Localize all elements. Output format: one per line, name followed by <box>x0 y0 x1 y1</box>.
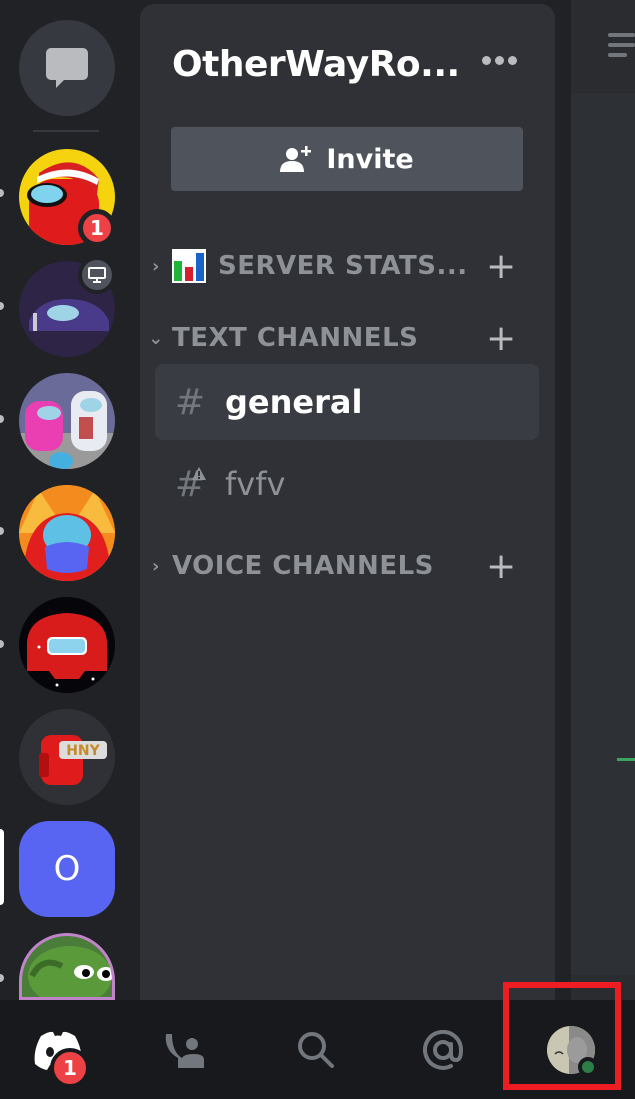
dot-icon <box>495 56 504 65</box>
server-among-us-hny[interactable]: HNY <box>19 709 115 805</box>
server-rail: 1 HNY O <box>0 0 140 1000</box>
invite-button[interactable]: Invite <box>171 127 523 191</box>
server-initial: O <box>53 849 81 889</box>
nav-friends[interactable] <box>155 1022 215 1078</box>
channel-name: fvfv <box>225 465 286 503</box>
category-server-stats[interactable]: › SERVER STATS... + <box>140 246 555 287</box>
unread-indicator <box>0 640 4 648</box>
bar-chart-icon <box>172 249 206 283</box>
category-label: TEXT CHANNELS <box>172 323 419 353</box>
friends-icon <box>165 1034 204 1068</box>
at-sign-icon <box>423 1030 463 1070</box>
unread-indicator <box>0 302 4 310</box>
selected-indicator <box>0 829 4 905</box>
nav-mentions[interactable] <box>413 1022 473 1078</box>
dot-icon <box>508 56 517 65</box>
chevron-down-icon: ⌄ <box>148 327 164 349</box>
chat-area <box>571 93 635 975</box>
channel-name: general <box>225 383 363 421</box>
server-among-us-pink-white[interactable] <box>19 373 115 469</box>
server-o[interactable]: O <box>19 821 115 917</box>
direct-messages-button[interactable] <box>19 20 115 116</box>
channel-general[interactable]: # general <box>155 364 539 440</box>
server-among-us-discord[interactable] <box>19 485 115 581</box>
unread-indicator <box>0 189 4 197</box>
nav-search[interactable] <box>286 1022 346 1078</box>
dot-icon <box>482 56 491 65</box>
invite-label: Invite <box>326 143 414 175</box>
unread-indicator <box>0 415 4 423</box>
highlight-box <box>503 982 621 1090</box>
text-channel-icon: # <box>174 381 206 423</box>
add-channel-icon[interactable]: + <box>486 318 517 359</box>
unread-indicator <box>0 974 4 982</box>
hamburger-icon[interactable] <box>608 33 635 63</box>
home-mention-badge: 1 <box>50 1048 90 1088</box>
add-user-icon <box>280 146 312 172</box>
category-voice-channels[interactable]: › VOICE CHANNELS + <box>140 546 555 587</box>
rail-separator <box>33 130 99 132</box>
server-icon: HNY <box>39 735 107 785</box>
category-text-channels[interactable]: ⌄ TEXT CHANNELS + <box>140 318 555 359</box>
add-channel-icon[interactable]: + <box>486 546 517 587</box>
add-channel-icon[interactable]: + <box>486 246 517 287</box>
server-icon <box>19 391 115 469</box>
category-label: VOICE CHANNELS <box>172 551 434 581</box>
channel-fvfv[interactable]: # fvfv <box>155 446 539 522</box>
unread-indicator <box>0 527 4 535</box>
screen-share-icon <box>88 267 106 283</box>
server-name[interactable]: OtherWayRo... <box>172 44 460 85</box>
chat-bubble-icon <box>46 48 88 88</box>
server-among-us-red-space[interactable] <box>19 597 115 693</box>
mention-badge: 1 <box>78 209 116 247</box>
screen-share-badge <box>78 256 116 294</box>
server-menu-button[interactable] <box>482 56 517 65</box>
chat-panel-peek[interactable] <box>555 0 635 1000</box>
channel-panel: OtherWayRo... Invite › SERVER STATS... +… <box>140 4 555 1000</box>
server-pepe[interactable] <box>19 933 115 1000</box>
restricted-channel-icon: # <box>174 463 206 505</box>
new-messages-divider <box>617 758 635 761</box>
category-label: SERVER STATS... <box>218 251 468 281</box>
chevron-right-icon: › <box>152 255 160 277</box>
chevron-right-icon: › <box>152 555 160 577</box>
server-icon <box>19 485 115 581</box>
svg-text:HNY: HNY <box>66 743 100 759</box>
search-icon <box>298 1032 334 1068</box>
server-icon <box>28 946 112 997</box>
server-icon <box>27 613 107 687</box>
